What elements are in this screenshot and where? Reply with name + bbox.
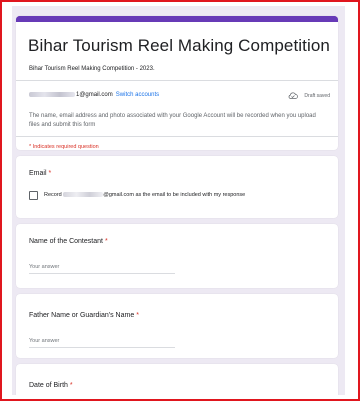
question-date-of-birth: Date of Birth * (16, 364, 338, 395)
record-prefix: Record (44, 192, 62, 198)
question-email: Email * Record @gmail.com as the email to… (16, 156, 338, 218)
required-star: * (136, 312, 139, 319)
cloud-check-icon (288, 92, 299, 100)
redacted-email (29, 92, 75, 97)
record-email-text: Record @gmail.com as the email to be inc… (44, 192, 245, 198)
question-label: Father Name or Guardian's Name * (29, 312, 139, 319)
required-star: * (69, 382, 73, 389)
question-contestant-name: Name of the Contestant * Your answer (16, 224, 338, 288)
form-header-card: Bihar Tourism Reel Making Competition Bi… (16, 16, 338, 150)
account-notice: The name, email address and photo associ… (29, 113, 316, 128)
account-email-domain: 1@gmail.com (76, 92, 113, 99)
record-email-checkbox[interactable] (29, 191, 38, 200)
question-label: Date of Birth * (29, 382, 73, 389)
required-note: * Indicates required question (29, 144, 99, 150)
draft-status-text: Draft saved (304, 93, 330, 99)
switch-accounts-link[interactable]: Switch accounts (116, 92, 159, 98)
question-father-name: Father Name or Guardian's Name * Your ans… (16, 294, 338, 358)
account-row: 1@gmail.com Switch accounts (29, 92, 159, 98)
form-page: Bihar Tourism Reel Making Competition Bi… (12, 6, 345, 395)
header-divider (16, 80, 338, 81)
contestant-name-input[interactable]: Your answer (29, 262, 175, 274)
redacted-email (63, 192, 104, 198)
form-description: Bihar Tourism Reel Making Competition - … (29, 66, 155, 72)
required-star: * (48, 170, 52, 177)
draft-status: Draft saved (288, 92, 330, 100)
dob-label-text: Date of Birth (29, 382, 68, 389)
notice-divider (16, 136, 338, 137)
email-label-text: Email (29, 170, 47, 177)
question-label: Email * (29, 170, 51, 177)
question-label: Name of the Contestant * (29, 238, 108, 245)
father-name-input[interactable]: Your answer (29, 336, 175, 348)
form-title: Bihar Tourism Reel Making Competition (28, 36, 330, 55)
header-accent-bar (16, 16, 338, 22)
record-suffix: @gmail.com as the email to be included w… (103, 192, 246, 198)
father-label-text: Father Name or Guardian's Name (29, 312, 135, 319)
required-star: * (104, 238, 108, 245)
contestant-label-text: Name of the Contestant (29, 238, 103, 245)
